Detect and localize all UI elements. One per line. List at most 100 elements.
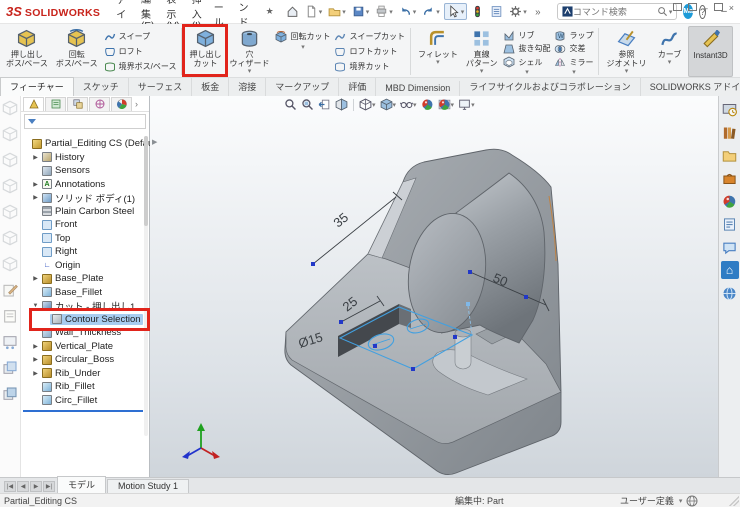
dropdown-caret-icon[interactable]: ▾ (248, 68, 252, 76)
caret-icon[interactable]: ▾ (461, 8, 465, 16)
tab-MBD Dimension[interactable]: MBD Dimension (376, 81, 460, 96)
edit-appearance-button[interactable] (420, 97, 435, 112)
command-search[interactable]: ▾ (557, 3, 678, 20)
dropdown-caret-icon[interactable]: ▾ (625, 68, 629, 76)
search-magnifier-icon[interactable] (657, 6, 668, 17)
file-properties-button[interactable] (488, 4, 505, 19)
ghost-cube-3-icon[interactable] (2, 152, 18, 168)
tree-item-body[interactable]: AAnnotations (40, 179, 107, 190)
command-search-input[interactable] (573, 7, 657, 17)
tree-item-body[interactable]: Front (40, 219, 79, 230)
ribbon-button-instant3d[interactable]: Instant3D (688, 26, 732, 77)
ribbon-button-intersect[interactable]: 交差 (554, 42, 593, 55)
tab-フィーチャー[interactable]: フィーチャー (0, 77, 74, 96)
tab-nav-prev[interactable]: ◀ (17, 481, 29, 492)
tree-scrollbar[interactable] (144, 136, 148, 436)
dropdown-caret-icon[interactable]: ▾ (480, 68, 484, 76)
overflow-button[interactable]: » (531, 4, 548, 19)
ribbon-button-fillet[interactable]: フィレット▾ (414, 26, 462, 77)
tab-マークアップ[interactable]: マークアップ (266, 78, 339, 96)
dropdown-caret-icon[interactable]: ▾ (275, 44, 330, 52)
tree-item-body[interactable]: Top (40, 233, 72, 244)
expander-icon[interactable]: ▶ (31, 343, 40, 350)
ribbon-button-extrude-cut[interactable]: 押し出しカット (185, 26, 225, 77)
apply-scene-button[interactable]: ▾ (437, 97, 456, 112)
dropdown-caret-icon[interactable]: ▾ (503, 69, 550, 77)
expander-icon[interactable]: ▶ (31, 181, 40, 188)
tree-item-body[interactable]: Contour Selection (50, 314, 143, 325)
rib-boss[interactable] (455, 333, 471, 369)
expander-icon[interactable]: ▶ (31, 356, 40, 363)
ribbon-button-boundary-boss-base[interactable]: 境界ボス/ベース (104, 59, 177, 74)
pin-menu-icon[interactable]: ★ (261, 6, 279, 17)
tree-item-Sensors[interactable]: Sensors (21, 164, 149, 178)
tab-スケッチ[interactable]: スケッチ (74, 78, 129, 96)
edit-note-icon[interactable] (2, 308, 18, 324)
task-pane-forum[interactable] (721, 238, 739, 256)
tree-item-body[interactable]: Circ_Fillet (40, 395, 99, 406)
filter-input[interactable] (39, 117, 129, 127)
ribbon-button-rib[interactable]: リブ (503, 29, 550, 42)
ribbon-button-wrap[interactable]: Wラップ (554, 29, 593, 42)
tree-item-Right[interactable]: Right (21, 245, 149, 259)
ribbon-button-draft[interactable]: 抜き勾配 (503, 42, 550, 55)
hide-show-items-button[interactable]: ▾ (399, 97, 418, 112)
zoom-fit-button[interactable] (283, 97, 298, 112)
ribbon-button-boundary-cut[interactable]: 境界カット (334, 59, 405, 74)
expander-icon[interactable]: ▶ (31, 275, 40, 282)
expander-icon[interactable]: ▶ (31, 154, 40, 161)
selected-handle[interactable] (466, 302, 470, 306)
rebuild-button[interactable] (469, 4, 486, 19)
doc-tile-button[interactable] (688, 2, 697, 14)
feature-tree-filter[interactable] (24, 114, 146, 129)
panel-tab-configuration-manager[interactable] (67, 97, 88, 111)
task-pane-3d-content-central[interactable] (721, 284, 739, 302)
panel-tab-property-manager[interactable] (45, 97, 66, 111)
caret-icon[interactable]: ▾ (366, 8, 370, 16)
ribbon-button-reference-geometry[interactable]: 参照ジオメトリ▾ (602, 26, 650, 77)
doc-close-button[interactable]: × (729, 2, 734, 14)
tree-item-Top[interactable]: Top (21, 232, 149, 246)
tree-item-Base_Fillet[interactable]: Base_Fillet (21, 286, 149, 300)
tree-item-body[interactable]: Rib_Fillet (40, 381, 97, 392)
previous-view-button[interactable] (317, 97, 332, 112)
caret-icon[interactable]: ▾ (389, 8, 393, 16)
tree-item-body[interactable]: History (40, 152, 87, 163)
caret-icon[interactable]: ▾ (451, 101, 455, 109)
ribbon-button-extrude-boss-base[interactable]: 押し出しボス/ベース (2, 26, 52, 77)
undo-button[interactable]: ▾ (397, 4, 419, 19)
caret-icon[interactable]: ▾ (436, 8, 440, 16)
expander-icon[interactable]: ▶ (31, 194, 40, 201)
section-view-button[interactable] (334, 97, 349, 112)
copy-stack-1-icon[interactable] (2, 360, 18, 376)
copy-stack-2-icon[interactable] (2, 386, 18, 402)
tab-サーフェス[interactable]: サーフェス (129, 78, 192, 96)
ribbon-button-revolve-cut[interactable]: 回転カット (275, 29, 330, 44)
ghost-cube-2-icon[interactable] (2, 126, 18, 142)
status-units[interactable]: ユーザー定義 ▾ (620, 494, 698, 507)
tree-item-body[interactable]: Circular_Boss (40, 354, 116, 365)
tree-item-body[interactable]: Wall_Thickness (40, 327, 123, 338)
panel-tab-feature-manager[interactable] (23, 97, 44, 111)
expander-icon[interactable]: ▶ (31, 370, 40, 377)
tree-item-body[interactable]: ∟Origin (40, 260, 82, 271)
task-pane-custom-properties[interactable] (721, 215, 739, 233)
ghost-cube-1-icon[interactable] (2, 100, 18, 116)
task-pane-file-explorer[interactable] (721, 146, 739, 164)
graphics-viewport[interactable]: 35 50 25 Ø15 (150, 96, 718, 477)
tree-item-body[interactable]: Vertical_Plate (40, 341, 115, 352)
new-doc-button[interactable]: ▾ (303, 4, 325, 19)
tab-nav-next[interactable]: ▶ (30, 481, 42, 492)
dropdown-caret-icon[interactable]: ▾ (668, 59, 672, 67)
restore-button[interactable] (734, 4, 740, 20)
dropdown-caret-icon[interactable]: ▾ (554, 69, 593, 77)
tab-SOLIDWORKS アドイン[interactable]: SOLIDWORKS アドイン (641, 78, 740, 96)
tree-item-Partial_Editing-CS-Default-Default-_[interactable]: Partial_Editing CS (Default) <<Default>_ (21, 137, 149, 151)
view-orientation-button[interactable]: ▾ (358, 97, 377, 112)
tab-溶接[interactable]: 溶接 (229, 78, 266, 96)
doc-minimize-button[interactable]: – (703, 2, 708, 14)
doc-cascade-button[interactable] (673, 2, 682, 14)
ghost-cube-4-icon[interactable] (2, 178, 18, 194)
model-canvas[interactable]: 35 50 25 Ø15 (150, 96, 718, 477)
caret-icon[interactable]: ▾ (413, 101, 417, 109)
